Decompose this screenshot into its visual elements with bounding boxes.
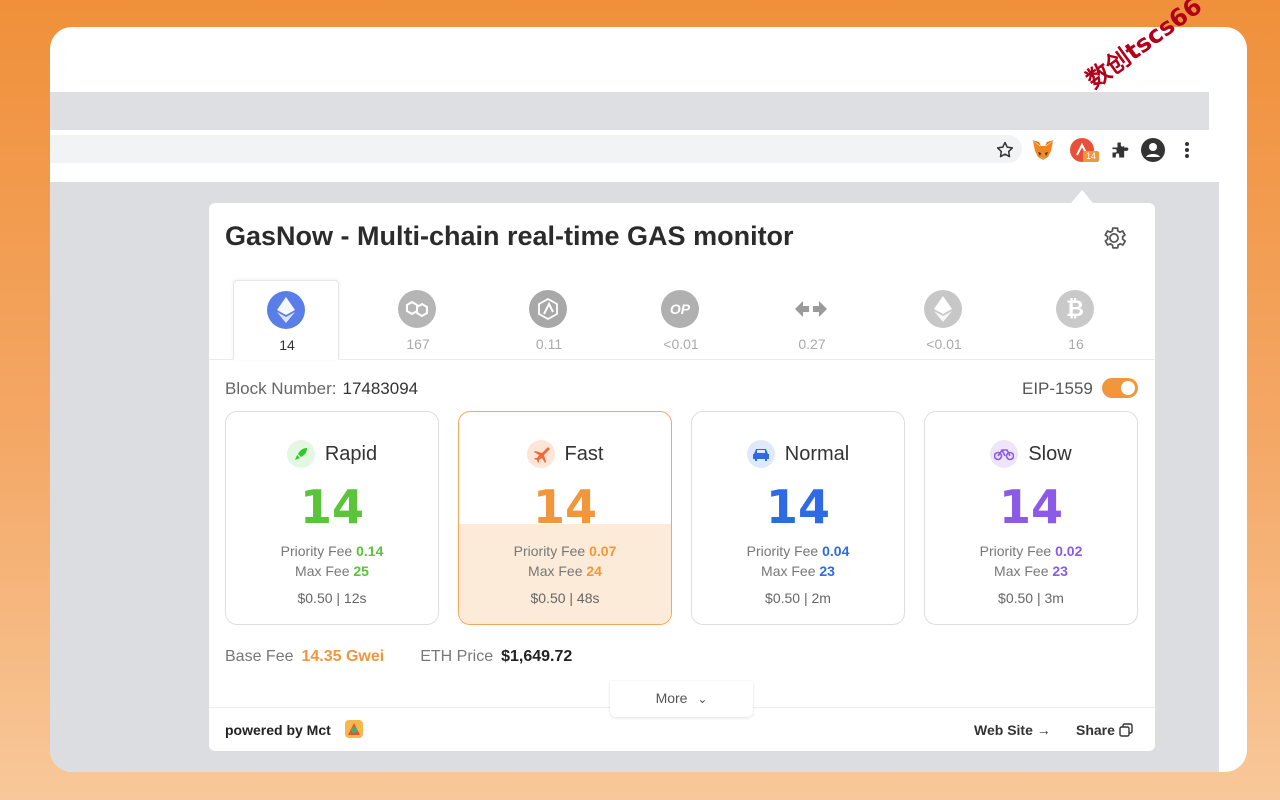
max-fee-value: 23	[1052, 563, 1068, 579]
bicycle-icon	[990, 440, 1019, 468]
ethereum-icon	[267, 291, 305, 329]
max-fee: Max Fee 25	[295, 563, 369, 579]
chain-value: 167	[406, 336, 430, 352]
max-fee-value: 23	[819, 563, 835, 579]
cost-time: $0.50 | 3m	[998, 590, 1064, 606]
tab-ethereum[interactable]: 14	[233, 280, 339, 360]
max-fee: Max Fee 24	[528, 563, 602, 579]
polygon-icon	[398, 290, 436, 328]
star-icon[interactable]	[990, 135, 1020, 165]
gas-value: 14	[765, 480, 830, 534]
popup-arrow	[1071, 190, 1093, 203]
car-icon	[746, 440, 775, 468]
base-fee-value: 14.35 Gwei	[301, 648, 385, 665]
cost-time: $0.50 | 12s	[297, 590, 367, 606]
gear-icon[interactable]	[1100, 224, 1128, 252]
tab-ethereum-l2[interactable]: <0.01	[891, 280, 997, 360]
tab-strip	[50, 92, 1209, 130]
priority-fee: Priority Fee 0.07	[513, 543, 617, 559]
priority-fee-value: 0.02	[1055, 543, 1083, 559]
base-fee-row: Base Fee 14.35 Gwei ETH Price $1,649.72	[225, 648, 572, 666]
tab-polygon[interactable]: 167	[365, 280, 471, 360]
block-number-value: 17483094	[342, 379, 419, 398]
chain-value: 0.27	[798, 336, 826, 352]
page-title: GasNow - Multi-chain real-time GAS monit…	[225, 221, 794, 251]
rocket-icon	[286, 440, 315, 468]
extension-badge: 14	[1083, 151, 1100, 162]
profile-icon[interactable]	[1138, 135, 1168, 165]
gasnow-popup: GasNow - Multi-chain real-time GAS monit…	[209, 203, 1155, 751]
more-button[interactable]: More ⌄	[610, 681, 753, 717]
mct-logo-icon[interactable]	[344, 719, 364, 739]
block-number-label: Block Number:	[225, 379, 337, 398]
tab-optimism[interactable]: OP <0.01	[628, 280, 734, 360]
arrow-right-icon: →	[1036, 722, 1051, 738]
card-title: Fast	[564, 442, 604, 465]
card-title: Normal	[784, 442, 850, 465]
priority-fee: Priority Fee 0.04	[746, 543, 850, 559]
eip-1559-toggle[interactable]	[1102, 378, 1138, 398]
more-label: More	[655, 690, 688, 706]
card-normal[interactable]: Normal 14 Priority Fee 0.04 Max Fee 23 $…	[691, 411, 905, 625]
chain-value: 0.11	[535, 336, 563, 352]
gas-value: 14	[532, 480, 597, 534]
arbitrum-icon	[529, 290, 567, 328]
tab-bitcoin[interactable]: ₿ 16	[1023, 280, 1129, 360]
address-bar[interactable]	[50, 135, 1022, 163]
priority-fee: Priority Fee 0.02	[979, 543, 1083, 559]
card-title: Slow	[1028, 442, 1072, 465]
eth-price-value: $1,649.72	[501, 648, 573, 665]
priority-fee-value: 0.04	[822, 543, 850, 559]
website-link[interactable]: Web Site →	[974, 722, 1051, 738]
eip-label: EIP-1559	[1022, 379, 1093, 398]
chain-value: 14	[279, 337, 295, 353]
website-label: Web Site	[974, 722, 1033, 738]
eth-price-label: ETH Price	[420, 648, 494, 665]
double-chevron-down-icon: ⌄	[697, 692, 708, 706]
block-number: Block Number: 17483094	[225, 379, 418, 399]
chain-value: <0.01	[926, 336, 962, 352]
priority-fee-value: 0.07	[589, 543, 617, 559]
base-fee-label: Base Fee	[225, 648, 294, 665]
card-title: Rapid	[324, 442, 378, 465]
priority-fee: Priority Fee 0.14	[280, 543, 384, 559]
max-fee: Max Fee 23	[994, 563, 1068, 579]
priority-fee-value: 0.14	[356, 543, 384, 559]
more-vert-icon[interactable]	[1172, 135, 1202, 165]
cost-time: $0.50 | 48s	[530, 590, 600, 606]
chain-value: <0.01	[663, 336, 699, 352]
share-label: Share	[1076, 722, 1115, 738]
optimism-icon: OP	[661, 290, 699, 328]
chain-value: 16	[1068, 336, 1084, 352]
puzzle-icon[interactable]	[1105, 135, 1135, 165]
tab-bridge[interactable]: 0.27	[759, 280, 865, 360]
max-fee-value: 25	[353, 563, 369, 579]
bridge-arrows-icon	[792, 290, 830, 328]
powered-by: powered by Mct	[225, 722, 331, 738]
ethereum-gray-icon	[924, 290, 962, 328]
card-fast[interactable]: Fast 14 Priority Fee 0.07 Max Fee 24 $0.…	[458, 411, 672, 625]
chain-tabs: 14 167 0.11 OP <0.01 0.27 <0.01 ₿ 16	[209, 280, 1155, 360]
cost-time: $0.50 | 2m	[765, 590, 831, 606]
share-button[interactable]: Share	[1076, 722, 1133, 738]
gas-value: 14	[299, 480, 364, 534]
bitcoin-icon: ₿	[1056, 290, 1094, 328]
max-fee: Max Fee 23	[761, 563, 835, 579]
plane-icon	[526, 440, 555, 468]
copy-icon	[1119, 723, 1133, 737]
metamask-fox-icon[interactable]	[1028, 135, 1058, 165]
gas-value: 14	[998, 480, 1063, 534]
card-slow[interactable]: Slow 14 Priority Fee 0.02 Max Fee 23 $0.…	[924, 411, 1138, 625]
tab-arbitrum[interactable]: 0.11	[496, 280, 602, 360]
card-rapid[interactable]: Rapid 14 Priority Fee 0.14 Max Fee 25 $0…	[225, 411, 439, 625]
max-fee-value: 24	[586, 563, 602, 579]
